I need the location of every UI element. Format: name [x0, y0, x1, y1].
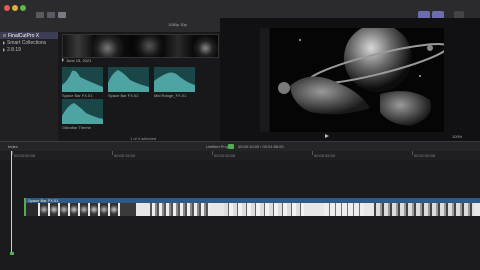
clip-thumbnail[interactable] [108, 67, 149, 92]
disclosure-icon [62, 58, 64, 62]
date-header: June 15, 2021 [62, 58, 91, 63]
timeline-clip[interactable]: Space Bar FX.01 [24, 198, 480, 216]
titles-icon[interactable] [58, 12, 66, 18]
filmstrip-frame [63, 35, 93, 57]
index-button[interactable]: Index [8, 144, 18, 149]
space-scene-image [270, 28, 444, 132]
sidebar-item-event[interactable]: 2.8.19 [0, 46, 58, 53]
waveform-icon [62, 70, 103, 92]
library-icon [3, 34, 6, 37]
clip-in-marker [24, 198, 26, 216]
clip-thumbnail[interactable] [154, 67, 195, 92]
filmstrip-frame [93, 35, 129, 57]
clip-thumbnail[interactable] [62, 99, 103, 124]
waveform-icon [62, 103, 103, 124]
filmstrip-frame [163, 35, 193, 57]
photos-icon[interactable] [47, 12, 55, 18]
ruler-label: 00:00:45:00 [314, 153, 336, 158]
clip-label: Mid Range_FX.01 [154, 93, 187, 98]
disclosure-icon [3, 47, 5, 52]
playhead[interactable] [11, 151, 12, 255]
disclosure-icon [3, 40, 5, 45]
filmstrip-preview[interactable] [62, 34, 219, 58]
ruler-label: 00:00:15:00 [114, 153, 136, 158]
waveform-icon [108, 70, 149, 92]
film-sprocket [260, 28, 269, 132]
filmstrip-frame [129, 35, 163, 57]
ruler-label: 00:01:00:00 [414, 153, 436, 158]
timecode-badge [228, 144, 234, 149]
clip-thumbnail[interactable] [62, 67, 103, 92]
viewer-zoom[interactable]: 100% [452, 134, 462, 139]
ruler-label: 00:00:00:00 [14, 153, 36, 158]
clip-filmstrip [24, 203, 480, 216]
minimize-window-button[interactable] [12, 5, 18, 11]
clip-label: Gibraltar Theme [62, 125, 91, 130]
playhead-marker [10, 252, 14, 255]
ruler-label: 00:00:30:00 [214, 153, 236, 158]
sidebar-item-smart-collections[interactable]: Smart Collections [0, 39, 58, 46]
clip-label: Space Bar FX.01 [62, 93, 93, 98]
close-window-button[interactable] [4, 5, 10, 11]
zoom-label[interactable]: 1080p 30p [168, 22, 187, 27]
library-sidebar: FinalCutPro X Smart Collections 2.8.19 [0, 32, 58, 142]
clip-label: Space Bar FX.02 [108, 93, 139, 98]
waveform-icon [154, 72, 195, 92]
media-icon[interactable] [36, 12, 44, 18]
filmstrip-frame [193, 35, 218, 57]
project-duration: 00:00:10:00 / 00:01:58:00 [238, 144, 284, 149]
viewer-frame[interactable] [270, 28, 444, 132]
sidebar-item-library[interactable]: FinalCutPro X [0, 32, 58, 39]
zoom-window-button[interactable] [20, 5, 26, 11]
